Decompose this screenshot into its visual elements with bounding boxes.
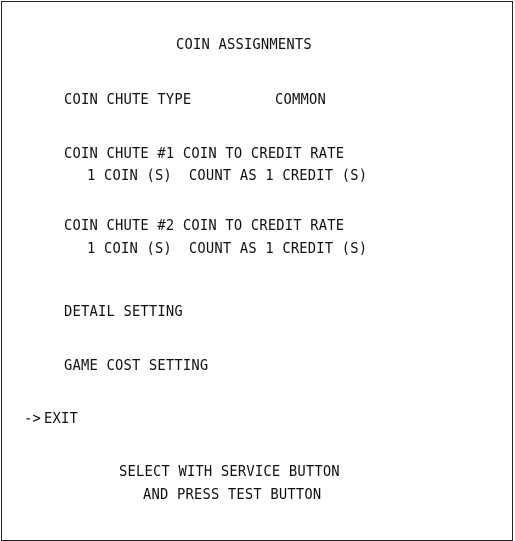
- coin-chute-1-label: COIN CHUTE #1 COIN TO CREDIT RATE: [64, 144, 345, 162]
- coin-assignments-screen: COIN ASSIGNMENTS COIN CHUTE TYPE COMMON …: [0, 0, 515, 541]
- instruction-line-2: AND PRESS TEST BUTTON: [143, 485, 322, 503]
- menu-item-game-cost-setting[interactable]: GAME COST SETTING: [64, 356, 208, 374]
- screen-title: COIN ASSIGNMENTS: [176, 35, 312, 53]
- coin-chute-type-label: COIN CHUTE TYPE: [64, 90, 192, 108]
- selection-cursor: ->: [24, 409, 41, 427]
- exit-label: EXIT: [44, 409, 78, 427]
- coin-chute-2-label: COIN CHUTE #2 COIN TO CREDIT RATE: [64, 216, 345, 234]
- coin-chute-2-rate: 1 COIN (S) COUNT AS 1 CREDIT (S): [87, 239, 368, 257]
- screen-frame: [1, 1, 513, 541]
- instruction-line-1: SELECT WITH SERVICE BUTTON: [119, 462, 340, 480]
- menu-item-detail-setting[interactable]: DETAIL SETTING: [64, 302, 183, 320]
- coin-chute-type-value: COMMON: [275, 90, 326, 108]
- coin-chute-1-rate: 1 COIN (S) COUNT AS 1 CREDIT (S): [87, 166, 368, 184]
